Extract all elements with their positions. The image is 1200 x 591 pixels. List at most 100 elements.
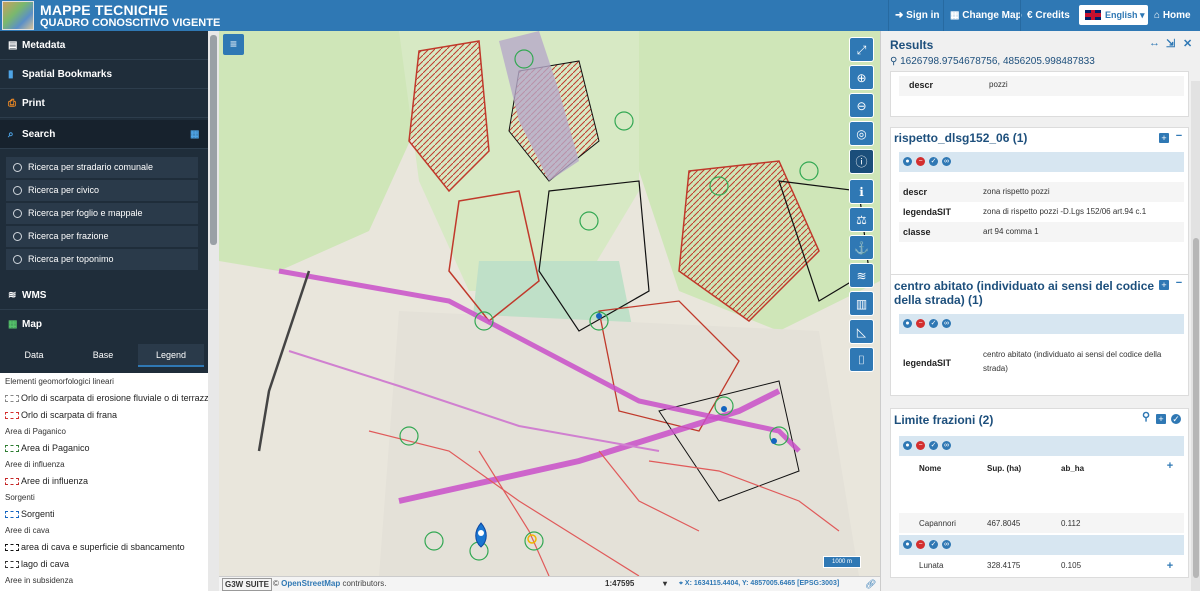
app-subtitle: QUADRO CONOSCITIVO VIGENTE [40,17,221,29]
zoom-extent-icon[interactable]: ◎ [849,121,874,146]
legend-item: lago di cava [5,559,69,569]
link-icon[interactable]: ∞ [942,441,951,450]
collapse-icon[interactable]: − [1174,278,1184,289]
collapse-icon[interactable]: − [1174,131,1184,142]
calculator-icon[interactable]: ▦ [190,120,199,149]
search-option-civico[interactable]: Ricerca per civico [6,180,198,201]
app-logo [2,1,34,30]
search-option-foglio[interactable]: Ricerca per foglio e mappale [6,203,198,224]
tab-legend[interactable]: Legend [138,344,204,367]
sidebar-item-metadata[interactable]: ▤ Metadata [0,31,208,60]
change-map-button[interactable]: ▦ Change Map [943,0,1028,31]
legend-item: Aree di influenza [5,476,88,486]
zoom-out-icon[interactable]: ⊖ [849,93,874,118]
remove-icon[interactable]: − [916,441,925,450]
search-option-frazione[interactable]: Ricerca per frazione [6,226,198,247]
locate-icon[interactable]: ● [903,319,912,328]
map-view[interactable]: ≡ [219,31,880,576]
sign-in-icon: ➜ [895,10,904,21]
results-scrollbar-thumb[interactable] [1193,238,1199,578]
select-icon[interactable]: ✓ [929,319,938,328]
legend-symbol-icon [5,445,19,452]
add-icon[interactable]: + [1159,280,1169,290]
sidebar-item-print[interactable]: ⎙ Print [0,89,208,118]
select-icon[interactable]: ✓ [929,441,938,450]
radio-icon [13,163,22,172]
collapse-icon[interactable]: ⇲ [1166,37,1175,50]
map-canvas[interactable] [219,31,880,576]
zoom-in-icon[interactable]: ⊕ [849,65,874,90]
add-icon[interactable]: + [1165,461,1175,472]
legend-item: Orlo di scarpata di frana [5,410,117,420]
g3w-logo: G3W SUITE [222,578,273,591]
kv-row: legendaSIT zona di rispetto pozzi -D.Lgs… [903,207,1147,217]
card-title: centro abitato (individuato ai sensi del… [894,279,1155,307]
locate-icon[interactable]: ● [903,441,912,450]
column-header-sup: Sup. (ha) [987,464,1022,473]
results-scrollbar[interactable] [1191,81,1200,591]
spring-point [771,438,777,444]
tab-data[interactable]: Data [0,344,68,367]
result-card-centro-abitato: centro abitato (individuato ai sensi del… [890,274,1189,396]
card-title: rispetto_dlsg152_06 (1) [894,131,1028,145]
results-panel: Results ↔ ⇲ ✕ ⚲ 1626798.9754678756, 4856… [880,31,1200,591]
info-icon[interactable]: ⓘ [849,149,874,174]
kv-row: legendaSIT centro abitato (individuato a… [903,350,1162,373]
sidebar-item-bookmarks[interactable]: ▮ Spatial Bookmarks [0,60,208,89]
results-title: Results [890,38,934,52]
measure-icon[interactable]: ◺ [849,319,874,344]
add-icon[interactable]: + [1159,133,1169,143]
layers-icon[interactable]: ≋ [849,263,874,288]
search-option-toponimo[interactable]: Ricerca per toponimo [6,249,198,270]
resize-icon[interactable]: ↔ [1149,37,1160,49]
link-icon[interactable]: ∞ [942,157,951,166]
select-icon[interactable]: ✓ [929,157,938,166]
add-icon[interactable]: + [1156,414,1166,424]
sidebar-scrollbar[interactable] [208,31,219,591]
camera-icon[interactable]: ⌷ [849,347,874,372]
credits-button[interactable]: € Credits [1020,0,1076,31]
remove-icon[interactable]: − [916,319,925,328]
map-marker-icon[interactable]: ⚲ [1141,412,1151,423]
menu-toggle-button[interactable]: ≡ [223,34,244,55]
home-button[interactable]: ⌂ Home [1148,0,1197,31]
sidebar-item-search[interactable]: ⌕ Search ▦ [0,120,208,149]
close-icon[interactable]: ✕ [1183,37,1192,50]
link-icon[interactable]: ∞ [942,319,951,328]
locate-icon[interactable]: ● [903,540,912,549]
legend-item: Area di Paganico [5,443,90,453]
check-icon[interactable]: ✓ [1171,414,1181,424]
fullscreen-icon[interactable]: ⤢ [849,37,874,62]
radio-icon [13,209,22,218]
remove-icon[interactable]: − [916,540,925,549]
sign-in-button[interactable]: ➜ Sign in [888,0,946,31]
scale-select[interactable]: 1:47595 ▾ [605,577,671,591]
legend-group: Area di Paganico [5,427,66,436]
identify-icon[interactable]: ℹ [849,179,874,204]
sidebar-item-wms[interactable]: ≋ WMS [0,281,208,310]
remove-icon[interactable]: − [916,157,925,166]
link-icon[interactable]: 🔗︎ [865,577,876,591]
table-row: Lunata 328.4175 0.105 [919,561,1082,570]
kv-row: descr zona rispetto pozzi [899,182,1184,202]
map-footer: G3W SUITE © OpenStreetMap contributors. … [219,576,880,591]
legend-group: Aree di influenza [5,460,65,469]
compare-icon[interactable]: ▥ [849,291,874,316]
language-select[interactable]: English ▾ [1079,5,1148,25]
select-icon[interactable]: ✓ [929,540,938,549]
tab-base[interactable]: Base [69,344,137,367]
sidebar-item-map[interactable]: ▦ Map [0,310,208,339]
legend-item: Orlo di scarpata di erosione fluviale o … [5,393,208,403]
hamburger-icon: ≡ [229,37,237,51]
feature-toolbar: ● − ✓ ∞ [899,535,1184,555]
query-icon[interactable]: ⚖ [849,207,874,232]
osm-link[interactable]: OpenStreetMap [281,579,340,588]
link-icon[interactable]: ∞ [942,540,951,549]
card-title: Limite frazioni (2) [894,413,994,427]
sidebar-scrollbar-thumb[interactable] [210,35,217,245]
pan-icon[interactable]: ⚓ [849,235,874,260]
radio-icon [13,232,22,241]
crosshair-icon: ⌖ [679,580,683,587]
search-option-stradario[interactable]: Ricerca per stradario comunale [6,157,198,178]
locate-icon[interactable]: ● [903,157,912,166]
